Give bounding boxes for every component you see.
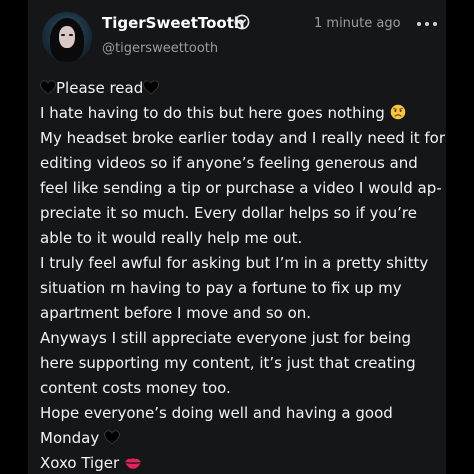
worried-face-icon — [390, 104, 405, 120]
author-display-name[interactable]: TigerSweetTooth — [102, 14, 245, 32]
post-line-text: Monday — [40, 429, 100, 447]
verified-check-icon — [234, 14, 250, 30]
post-line: apartment before I move and so on. — [40, 301, 440, 326]
post-line-text: situation rn having to pay a fortune to … — [40, 279, 402, 297]
post-line-text: feel like sending a tip or purchase a vi… — [40, 179, 442, 197]
post-line-text: here supporting my content, it’s just th… — [40, 354, 416, 372]
post-line: able to it would really help me out. — [40, 226, 440, 251]
post-header: TigerSweetTooth @tigersweettooth 1 minut… — [28, 0, 446, 74]
post-line-text: My headset broke earlier today and I rea… — [40, 129, 446, 147]
post-card: TigerSweetTooth @tigersweettooth 1 minut… — [28, 0, 446, 474]
author-handle[interactable]: @tigersweettooth — [102, 41, 218, 56]
avatar-eye-left — [61, 34, 65, 36]
post-line: Anyways I still appreciate everyone just… — [40, 326, 440, 351]
kiss-mark-icon — [124, 458, 141, 469]
post-line-text: Hope everyone’s doing well and having a … — [40, 404, 393, 422]
black-heart-icon — [143, 80, 160, 95]
post-line: content costs money too. — [40, 376, 440, 401]
avatar-eye-right — [69, 34, 73, 36]
post-line-text: I truly feel awful for asking but I’m in… — [40, 254, 429, 272]
post-timestamp: 1 minute ago — [314, 16, 401, 31]
post-line: Monday — [40, 426, 440, 451]
post-line: My headset broke earlier today and I rea… — [40, 126, 445, 151]
more-options-icon[interactable] — [416, 15, 438, 33]
post-line: Please read — [40, 76, 440, 101]
post-line-text: Anyways I still appreciate everyone just… — [40, 329, 412, 347]
post-line: Xoxo Tiger — [40, 451, 440, 474]
post-line-text: editing videos so if anyone’s feeling ge… — [40, 154, 418, 172]
post-line-text: I hate having to do this but here goes n… — [40, 104, 385, 122]
post-line: preciate it so much. Every dollar helps … — [40, 201, 440, 226]
post-line: I truly feel awful for asking but I’m in… — [40, 251, 440, 276]
post-line: I hate having to do this but here goes n… — [40, 101, 440, 126]
black-heart-icon — [40, 80, 56, 95]
post-line-text: preciate it so much. Every dollar helps … — [40, 204, 417, 222]
post-line-text: apartment before I move and so on. — [40, 304, 312, 322]
post-line: editing videos so if anyone’s feeling ge… — [40, 151, 440, 176]
black-heart-icon — [104, 430, 120, 445]
post-line-text: Please read — [56, 79, 144, 97]
post-line-text: content costs money too. — [40, 379, 231, 397]
avatar-face — [59, 26, 75, 48]
avatar[interactable] — [42, 12, 92, 62]
post-line: here supporting my content, it’s just th… — [40, 351, 440, 376]
post-body: Please read I hate having to do this but… — [40, 76, 445, 474]
screen-frame: TigerSweetTooth @tigersweettooth 1 minut… — [0, 0, 474, 474]
post-line-text: able to it would really help me out. — [40, 229, 303, 247]
post-line: feel like sending a tip or purchase a vi… — [40, 176, 442, 201]
post-line: Hope everyone’s doing well and having a … — [40, 401, 440, 426]
post-line: situation rn having to pay a fortune to … — [40, 276, 440, 301]
post-line-text: Xoxo Tiger — [40, 454, 120, 472]
